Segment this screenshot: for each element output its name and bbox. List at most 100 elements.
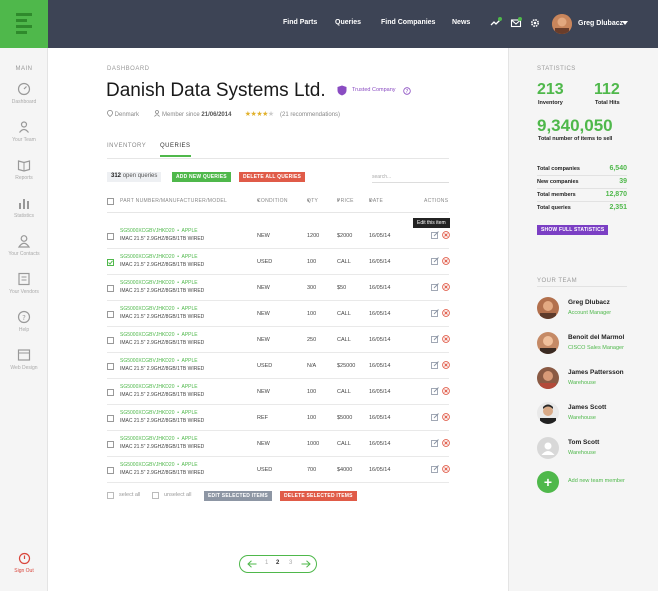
delete-icon[interactable] (442, 439, 450, 447)
select-all-icon[interactable] (107, 492, 114, 499)
avatar[interactable] (537, 367, 559, 389)
gear-icon[interactable] (529, 17, 541, 29)
edit-selected-button[interactable]: EDIT SELECTED ITEMS (204, 491, 272, 501)
nav-find-companies[interactable]: Find Companies (381, 19, 435, 26)
delete-icon[interactable] (442, 231, 450, 239)
table-row[interactable]: SG5000XCGBVJHKD20 • APPLE IMAC 21.5" 2.9G… (107, 353, 450, 379)
table-row[interactable]: SG5000XCGBVJHKD20 • APPLE IMAC 21.5" 2.9G… (107, 405, 450, 431)
table-row[interactable]: SG5000XCGBVJHKD20 • APPLE IMAC 21.5" 2.9G… (107, 457, 450, 483)
edit-icon[interactable] (431, 465, 439, 473)
row-checkbox[interactable] (107, 259, 114, 266)
arrow-right-icon[interactable] (301, 560, 311, 568)
header-part[interactable]: PART NUMBER/MANUFACTURER/MODEL (120, 198, 227, 204)
row-checkbox[interactable] (107, 285, 114, 292)
header-price[interactable]: PRICE ▾ (337, 198, 353, 204)
delete-icon[interactable] (442, 309, 450, 317)
show-full-statistics-button[interactable]: SHOW FULL STATISTICS (537, 225, 609, 235)
part-line[interactable]: SG5000XCGBVJHKD20 • APPLE (120, 306, 198, 312)
avatar[interactable] (537, 332, 559, 354)
search-input[interactable]: search... (372, 174, 449, 183)
edit-icon[interactable] (431, 361, 439, 369)
header-qty[interactable]: QTY ▾ (307, 198, 318, 204)
part-line[interactable]: SG5000XCGBVJHKD20 • APPLE (120, 228, 198, 234)
page-3[interactable]: 3 (289, 560, 292, 566)
select-all-link[interactable]: select all (119, 492, 140, 498)
logo[interactable] (0, 0, 48, 48)
row-checkbox[interactable] (107, 363, 114, 370)
sidebar-item-your-vendors[interactable]: Your Vendors (0, 272, 48, 295)
member-name[interactable]: Benoit del Marmol (568, 334, 624, 341)
sidebar-item-web-design[interactable]: Web Design (0, 348, 48, 371)
table-row[interactable]: SG5000XCGBVJHKD20 • APPLE IMAC 21.5" 2.9G… (107, 275, 450, 301)
user-avatar[interactable] (552, 14, 572, 34)
part-line[interactable]: SG5000XCGBVJHKD20 • APPLE (120, 280, 198, 286)
table-row[interactable]: SG5000XCGBVJHKD20 • APPLE IMAC 21.5" 2.9G… (107, 379, 450, 405)
header-date[interactable]: DATE ▾ (369, 198, 383, 204)
row-checkbox[interactable] (107, 233, 114, 240)
row-checkbox[interactable] (107, 467, 114, 474)
sidebar-item-statistics[interactable]: Statistics (0, 196, 48, 219)
delete-icon[interactable] (442, 361, 450, 369)
help-circle-icon[interactable]: ? (403, 87, 411, 95)
header-condition[interactable]: CONDITION ▾ (257, 198, 287, 204)
delete-icon[interactable] (442, 387, 450, 395)
delete-selected-button[interactable]: DELETE SELECTED ITEMS (280, 491, 357, 501)
row-checkbox[interactable] (107, 389, 114, 396)
tab-inventory[interactable]: INVENTORY (107, 143, 146, 149)
row-checkbox[interactable] (107, 311, 114, 318)
page-1[interactable]: 1 (265, 560, 268, 566)
delete-icon[interactable] (442, 413, 450, 421)
part-line[interactable]: SG5000XCGBVJHKD20 • APPLE (120, 254, 198, 260)
add-team-member-label[interactable]: Add new team member (568, 478, 625, 484)
table-row[interactable]: SG5000XCGBVJHKD20 • APPLE IMAC 21.5" 2.9G… (107, 327, 450, 353)
avatar[interactable] (537, 297, 559, 319)
nav-find-parts[interactable]: Find Parts (283, 19, 317, 26)
sidebar-item-your-team[interactable]: Your Team (0, 120, 48, 143)
part-line[interactable]: SG5000XCGBVJHKD20 • APPLE (120, 384, 198, 390)
breadcrumb[interactable]: DASHBOARD (107, 66, 150, 72)
delete-icon[interactable] (442, 335, 450, 343)
unselect-all-icon[interactable] (152, 492, 159, 499)
row-checkbox[interactable] (107, 441, 114, 448)
delete-icon[interactable] (442, 257, 450, 265)
tab-queries[interactable]: QUERIES (160, 143, 191, 157)
user-name[interactable]: Greg Dlubacz (578, 20, 623, 27)
sign-out-button[interactable]: Sign Out (0, 552, 48, 574)
row-checkbox[interactable] (107, 415, 114, 422)
edit-icon[interactable] (431, 309, 439, 317)
nav-news[interactable]: News (452, 19, 470, 26)
part-line[interactable]: SG5000XCGBVJHKD20 • APPLE (120, 410, 198, 416)
chevron-down-icon[interactable] (622, 21, 628, 26)
recommendations[interactable]: (21 recommendations) (280, 112, 340, 118)
table-row[interactable]: SG5000XCGBVJHKD20 • APPLE IMAC 21.5" 2.9G… (107, 301, 450, 327)
add-new-queries-button[interactable]: ADD NEW QUERIES (172, 172, 231, 182)
part-line[interactable]: SG5000XCGBVJHKD20 • APPLE (120, 462, 198, 468)
edit-icon[interactable] (431, 387, 439, 395)
edit-icon[interactable] (431, 257, 439, 265)
sidebar-item-reports[interactable]: Reports (0, 158, 48, 181)
sidebar-item-your-contacts[interactable]: Your Contacts (0, 234, 48, 257)
part-line[interactable]: SG5000XCGBVJHKD20 • APPLE (120, 358, 198, 364)
delete-icon[interactable] (442, 465, 450, 473)
row-checkbox[interactable] (107, 337, 114, 344)
nav-queries[interactable]: Queries (335, 19, 361, 26)
delete-all-queries-button[interactable]: DELETE ALL QUERIES (239, 172, 306, 182)
member-name[interactable]: James Pattersson (568, 369, 624, 376)
edit-icon[interactable] (431, 283, 439, 291)
member-name[interactable]: Greg Dlubacz (568, 299, 610, 306)
table-row[interactable]: SG5000XCGBVJHKD20 • APPLE IMAC 21.5" 2.9G… (107, 431, 450, 457)
edit-icon[interactable] (431, 439, 439, 447)
arrow-left-icon[interactable] (247, 560, 257, 568)
part-line[interactable]: SG5000XCGBVJHKD20 • APPLE (120, 332, 198, 338)
delete-icon[interactable] (442, 283, 450, 291)
table-row[interactable]: SG5000XCGBVJHKD20 • APPLE IMAC 21.5" 2.9G… (107, 223, 450, 249)
member-name[interactable]: Tom Scott (568, 439, 599, 446)
unselect-all-link[interactable]: unselect all (164, 492, 192, 498)
avatar[interactable] (537, 402, 559, 424)
avatar[interactable] (537, 437, 559, 459)
page-2[interactable]: 2 (276, 560, 279, 566)
edit-icon[interactable] (431, 231, 439, 239)
part-line[interactable]: SG5000XCGBVJHKD20 • APPLE (120, 436, 198, 442)
edit-icon[interactable] (431, 413, 439, 421)
sidebar-item-dashboard[interactable]: Dashboard (0, 82, 48, 105)
